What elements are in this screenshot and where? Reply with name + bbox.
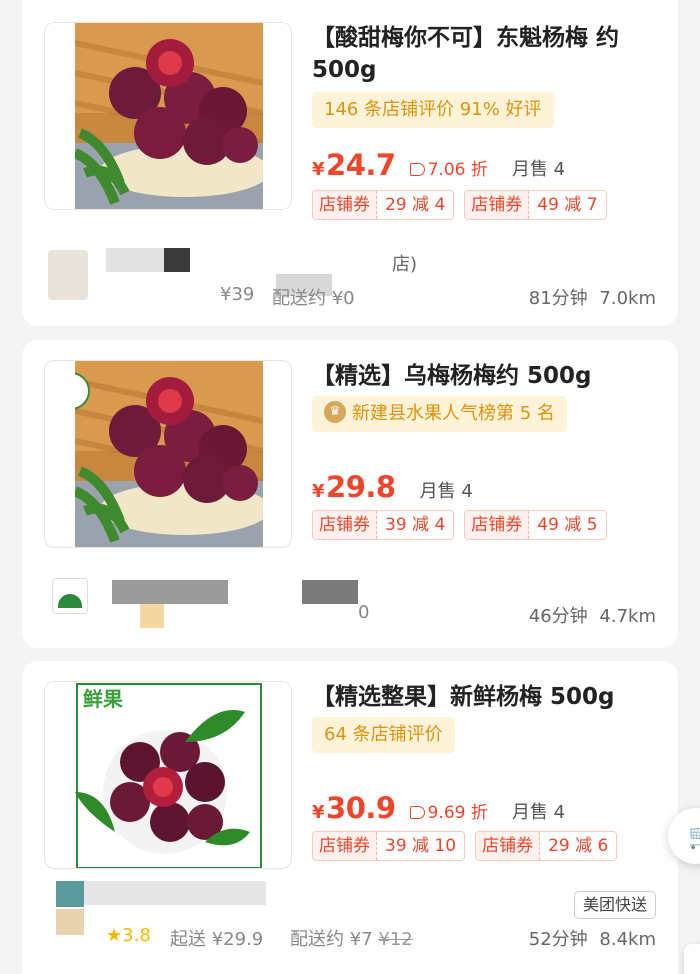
- store-logo: [56, 909, 84, 935]
- min-order: 起送 ¥29.9: [170, 929, 264, 950]
- floating-button[interactable]: [684, 944, 700, 974]
- review-tag: 146 条店铺评价 91% 好评: [312, 92, 554, 128]
- monthly-sales: 月售 4: [511, 159, 566, 180]
- review-tag: 64 条店铺评价: [312, 717, 455, 753]
- delivery-fee: 配送约 ¥7 ¥12: [290, 929, 413, 950]
- coupon[interactable]: 店铺券 29 减 4: [312, 190, 455, 220]
- cart-icon: 🛒: [688, 822, 700, 850]
- delivery-time-distance: 52分钟 8.4km: [528, 929, 656, 950]
- product-title[interactable]: 【精选整果】新鲜杨梅 500g: [312, 681, 662, 713]
- coupon-list: 店铺券 39 减 4 店铺券 49 减 5: [312, 510, 607, 540]
- coupon[interactable]: 店铺券 49 减 7: [464, 190, 607, 220]
- blurred-name: [112, 580, 228, 604]
- store-logo: [56, 881, 84, 907]
- min-order: ¥39: [220, 284, 255, 305]
- product-image[interactable]: [44, 22, 292, 210]
- product-card[interactable]: 【酸甜梅你不可】东魁杨梅 约500g 146 条店铺评价 91% 好评 ¥24.…: [22, 0, 678, 326]
- product-card[interactable]: 【精选】乌梅杨梅约 500g ♛ 新建县水果人气榜第 5 名 ¥29.8 月售 4…: [22, 340, 678, 648]
- blurred-name: [302, 580, 358, 604]
- meituan-express-badge: 美团快送: [573, 891, 656, 919]
- store-name-partial: 店): [392, 254, 418, 275]
- store-info[interactable]: 0 46分钟 4.7km: [22, 572, 678, 628]
- blurred-name: [140, 604, 164, 628]
- product-title[interactable]: 【酸甜梅你不可】东魁杨梅 约500g: [312, 22, 662, 86]
- discount-badge: 9.69 折: [409, 798, 488, 823]
- coupon[interactable]: 店铺券 29 减 6: [475, 831, 618, 861]
- price-row: ¥29.8 月售 4: [312, 470, 473, 504]
- price: ¥30.9: [312, 791, 396, 825]
- rating: ★3.8: [106, 925, 151, 946]
- product-title[interactable]: 【精选】乌梅杨梅约 500g: [312, 360, 662, 392]
- delivery-time-distance: 81分钟 7.0km: [528, 288, 656, 309]
- blurred-name: [164, 248, 190, 272]
- discount-badge: 7.06 折: [409, 155, 488, 180]
- price-tag-icon: [409, 806, 425, 819]
- monthly-sales: 月售 4: [419, 481, 473, 502]
- coupon[interactable]: 店铺券 49 减 5: [464, 510, 607, 540]
- delivery-fee: 配送约 ¥0: [272, 288, 355, 309]
- coupon[interactable]: 店铺券 39 减 4: [312, 510, 455, 540]
- product-image[interactable]: [44, 360, 292, 548]
- price-row: ¥24.7 7.06 折 月售 4: [312, 148, 565, 182]
- product-image[interactable]: 鲜果: [44, 681, 292, 869]
- monthly-sales: 月售 4: [511, 802, 566, 823]
- price-row: ¥30.9 9.69 折 月售 4: [312, 791, 565, 825]
- delivery-time-distance: 46分钟 4.7km: [528, 606, 656, 627]
- rank-tag: ♛ 新建县水果人气榜第 5 名: [312, 396, 567, 432]
- store-meta-partial: 0: [358, 602, 370, 623]
- coupon-list: 店铺券 39 减 10 店铺券 29 减 6: [312, 831, 618, 861]
- store-info[interactable]: 美团快送 ★3.8 起送 ¥29.9 配送约 ¥7 ¥12 52分钟 8.4km: [22, 881, 678, 971]
- store-logo: [48, 250, 88, 300]
- star-icon: ★: [106, 925, 123, 946]
- coupon-list: 店铺券 29 减 4 店铺券 49 减 7: [312, 190, 607, 220]
- product-card[interactable]: 鲜果 【精选整果】新鲜杨梅 500g 64 条店铺评价 ¥30.9 9.69 折…: [22, 661, 678, 974]
- coupon[interactable]: 店铺券 39 减 10: [312, 831, 466, 861]
- svg-text:鲜果: 鲜果: [83, 687, 123, 711]
- price: ¥29.8: [312, 470, 396, 504]
- price-tag-icon: [409, 163, 425, 176]
- medal-icon: ♛: [324, 401, 346, 423]
- store-info[interactable]: 店) ¥39 配送约 ¥0 81分钟 7.0km: [22, 246, 678, 309]
- blurred-name: [56, 881, 266, 905]
- price: ¥24.7: [312, 148, 396, 182]
